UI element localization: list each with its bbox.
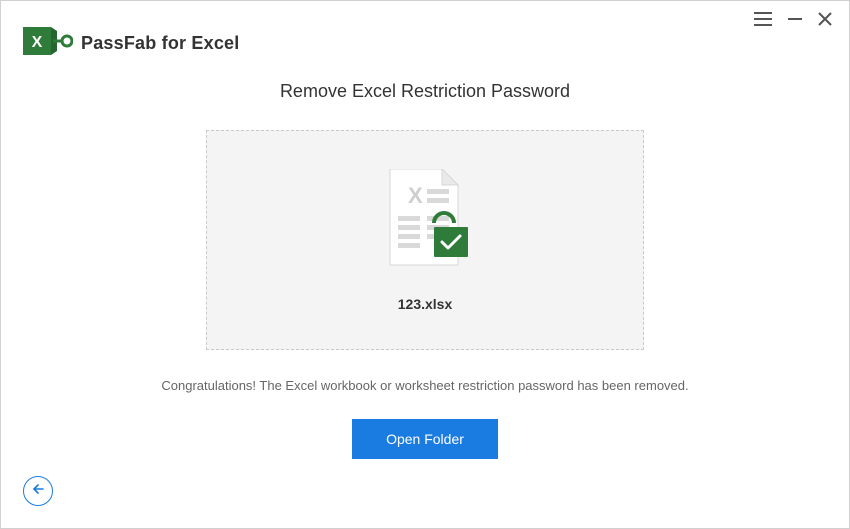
app-brand: X PassFab for Excel <box>23 25 239 62</box>
back-button[interactable] <box>23 476 53 506</box>
status-message: Congratulations! The Excel workbook or w… <box>161 378 688 393</box>
app-logo-icon: X <box>23 25 73 62</box>
arrow-left-icon <box>31 482 45 501</box>
app-name: PassFab for Excel <box>81 33 239 54</box>
filename-label: 123.xlsx <box>398 296 453 312</box>
svg-text:X: X <box>32 34 43 51</box>
excel-unlocked-icon: X <box>380 169 470 278</box>
main-content: Remove Excel Restriction Password X <box>1 81 849 459</box>
svg-text:X: X <box>408 183 423 208</box>
window-controls <box>737 1 849 37</box>
minimize-icon[interactable] <box>787 11 803 27</box>
open-folder-button[interactable]: Open Folder <box>352 419 498 459</box>
page-title: Remove Excel Restriction Password <box>280 81 570 102</box>
menu-icon[interactable] <box>753 11 773 27</box>
file-result-panel: X 123.xlsx <box>206 130 644 350</box>
close-icon[interactable] <box>817 11 833 27</box>
